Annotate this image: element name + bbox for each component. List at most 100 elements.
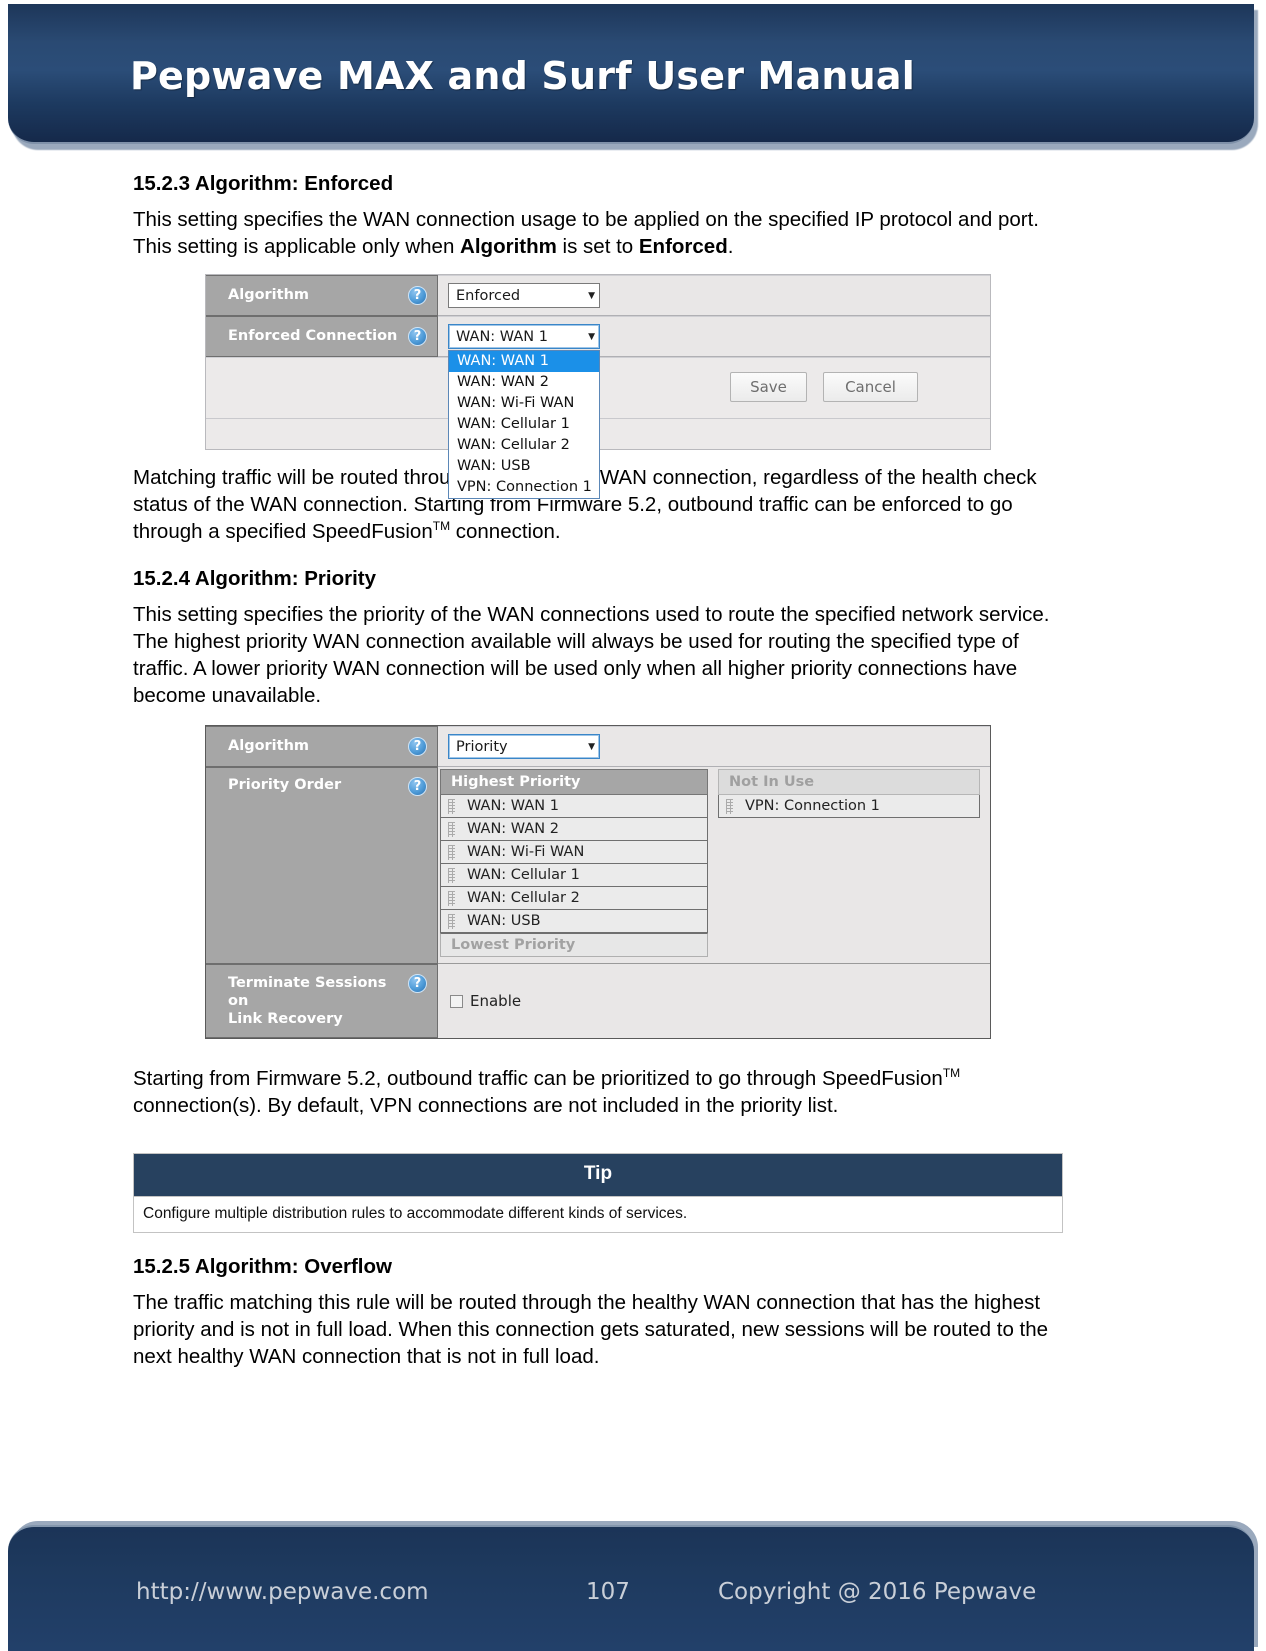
enable-checkbox-label: Enable xyxy=(470,992,522,1010)
label-terminate-sessions: Terminate Sessions on Link Recovery ? xyxy=(206,964,438,1038)
enforced-connection-select-value: WAN: WAN 1 xyxy=(456,328,548,345)
label-enforced-connection: Enforced Connection ? xyxy=(206,316,438,357)
cancel-button[interactable]: Cancel xyxy=(823,372,918,402)
paragraph-priority-intro: This setting specifies the priority of t… xyxy=(133,603,1050,707)
priority-list-item[interactable]: WAN: Cellular 2 xyxy=(440,887,708,910)
trademark-symbol: TM xyxy=(942,1066,961,1081)
priority-list-item-label: WAN: WAN 2 xyxy=(467,821,559,837)
enforced-connection-dropdown[interactable]: WAN: WAN 1 WAN: WAN 2 WAN: Wi-Fi WAN WAN: C… xyxy=(448,350,600,499)
not-in-use-list-item-label: VPN: Connection 1 xyxy=(745,798,880,814)
priority-list-item[interactable]: WAN: Wi-Fi WAN xyxy=(440,841,708,864)
row-priority-order: Priority Order ? Highest Priority WAN: W… xyxy=(206,767,990,964)
page-content: 15.2.3 Algorithm: Enforced This setting … xyxy=(0,150,1266,1370)
drag-handle-icon[interactable] xyxy=(448,845,455,860)
drag-handle-icon[interactable] xyxy=(448,822,455,837)
drag-handle-icon[interactable] xyxy=(448,914,455,929)
label-terminate-sessions-text: Terminate Sessions on Link Recovery xyxy=(228,974,408,1028)
label-algorithm: Algorithm ? xyxy=(206,726,438,767)
paragraph-overflow: The traffic matching this rule will be r… xyxy=(133,1291,1049,1368)
label-enforced-connection-text: Enforced Connection xyxy=(228,328,398,344)
algorithm-select-value: Priority xyxy=(456,738,508,755)
priority-list-item[interactable]: WAN: WAN 1 xyxy=(440,795,708,818)
para-enforced-c: . xyxy=(727,235,734,258)
dropdown-option[interactable]: WAN: WAN 1 xyxy=(449,351,599,372)
priority-list-item[interactable]: WAN: Cellular 1 xyxy=(440,864,708,887)
page-header: Pepwave MAX and Surf User Manual xyxy=(8,4,1258,150)
save-button[interactable]: Save xyxy=(730,372,807,402)
help-icon[interactable]: ? xyxy=(408,737,427,756)
header-banner: Pepwave MAX and Surf User Manual xyxy=(8,4,1254,144)
dropdown-option[interactable]: WAN: WAN 2 xyxy=(449,372,599,393)
in-use-column: Highest Priority WAN: WAN 1 WAN: WAN 2 WAN… xyxy=(438,767,710,963)
tip-title: Tip xyxy=(134,1154,1062,1196)
page-footer: http://www.pepwave.com 107 Copyright @ 2… xyxy=(8,1521,1258,1651)
row-terminate-sessions: Terminate Sessions on Link Recovery ? En… xyxy=(206,964,990,1038)
trademark-symbol: TM xyxy=(432,519,451,534)
field-enforced-connection: WAN: WAN 1 ▼ WAN: WAN 1 WAN: WAN 2 WAN: Wi… xyxy=(438,316,990,499)
not-in-use-list-item[interactable]: VPN: Connection 1 xyxy=(718,795,980,818)
heading-15-2-3: 15.2.3 Algorithm: Enforced xyxy=(133,172,394,195)
para-enforced-bold-algorithm: Algorithm xyxy=(460,235,557,258)
drag-handle-icon[interactable] xyxy=(726,799,733,814)
field-algorithm-priority: Priority ▼ xyxy=(438,726,990,767)
algorithm-select-value: Enforced xyxy=(456,287,521,304)
dropdown-option[interactable]: WAN: Wi-Fi WAN xyxy=(449,393,599,414)
field-algorithm: Enforced ▼ xyxy=(438,275,990,316)
algorithm-select[interactable]: Enforced ▼ xyxy=(448,283,600,308)
label-priority-order-text: Priority Order xyxy=(228,777,342,793)
priority-list-item-label: WAN: WAN 1 xyxy=(467,798,559,814)
help-icon[interactable]: ? xyxy=(408,286,427,305)
algorithm-select[interactable]: Priority ▼ xyxy=(448,734,600,759)
not-in-use-column: Not In Use VPN: Connection 1 xyxy=(710,767,982,963)
para-priority-after-2: connection(s). By default, VPN connectio… xyxy=(133,1094,839,1117)
dropdown-option[interactable]: WAN: Cellular 2 xyxy=(449,435,599,456)
heading-15-2-5: 15.2.5 Algorithm: Overflow xyxy=(133,1255,392,1278)
enable-checkbox[interactable] xyxy=(450,994,463,1008)
priority-list-item-label: WAN: Cellular 1 xyxy=(467,867,580,883)
footer-banner: http://www.pepwave.com 107 Copyright @ 2… xyxy=(8,1525,1254,1651)
tip-box: Tip Configure multiple distribution rule… xyxy=(133,1153,1063,1233)
not-in-use-list[interactable]: VPN: Connection 1 xyxy=(718,795,980,818)
footer-page-number: 107 xyxy=(586,1579,630,1605)
drag-handle-icon[interactable] xyxy=(448,891,455,906)
priority-list-item[interactable]: WAN: WAN 2 xyxy=(440,818,708,841)
row-algorithm-priority: Algorithm ? Priority ▼ xyxy=(206,726,990,767)
lowest-priority-footer: Lowest Priority xyxy=(440,933,708,957)
help-icon[interactable]: ? xyxy=(408,777,427,796)
terminate-line-1: Terminate Sessions on xyxy=(228,975,387,1009)
drag-handle-icon[interactable] xyxy=(448,868,455,883)
enforced-connection-select[interactable]: WAN: WAN 1 ▼ xyxy=(448,324,600,349)
footer-url[interactable]: http://www.pepwave.com xyxy=(136,1579,429,1605)
label-algorithm: Algorithm ? xyxy=(206,275,438,316)
heading-15-2-4: 15.2.4 Algorithm: Priority xyxy=(133,567,377,590)
label-algorithm-text: Algorithm xyxy=(228,738,310,754)
priority-order-panels: Highest Priority WAN: WAN 1 WAN: WAN 2 WAN… xyxy=(438,767,990,964)
paragraph-priority-after: Starting from Firmware 5.2, outbound tra… xyxy=(133,1065,1063,1119)
help-icon[interactable]: ? xyxy=(408,327,427,346)
tip-body: Configure multiple distribution rules to… xyxy=(134,1196,1062,1232)
row-algorithm: Algorithm ? Enforced ▼ xyxy=(206,275,990,316)
label-algorithm-text: Algorithm xyxy=(228,287,310,303)
dropdown-option[interactable]: WAN: USB xyxy=(449,456,599,477)
document-title: Pepwave MAX and Surf User Manual xyxy=(130,54,915,98)
para-priority-after-1: Starting from Firmware 5.2, outbound tra… xyxy=(133,1067,943,1090)
highest-priority-header: Highest Priority xyxy=(440,769,708,795)
paragraph-enforced-intro: This setting specifies the WAN connectio… xyxy=(133,206,1063,260)
in-use-list[interactable]: WAN: WAN 1 WAN: WAN 2 WAN: Wi-Fi WAN WAN: C… xyxy=(440,795,708,933)
not-in-use-header: Not In Use xyxy=(718,769,980,795)
label-priority-order: Priority Order ? xyxy=(206,767,438,964)
para-enforced-b: is set to xyxy=(556,235,639,258)
dropdown-option[interactable]: VPN: Connection 1 xyxy=(449,477,599,498)
row-enforced-connection: Enforced Connection ? WAN: WAN 1 ▼ WAN: … xyxy=(206,316,990,499)
help-icon[interactable]: ? xyxy=(408,974,427,993)
priority-list-item-label: WAN: Cellular 2 xyxy=(467,890,580,906)
dropdown-option[interactable]: WAN: Cellular 1 xyxy=(449,414,599,435)
chevron-down-icon: ▼ xyxy=(588,741,595,752)
chevron-down-icon: ▼ xyxy=(588,290,595,301)
priority-list-item-label: WAN: USB xyxy=(467,913,541,929)
para-enforced-bold-enforced: Enforced xyxy=(638,235,728,258)
priority-list-item-label: WAN: Wi-Fi WAN xyxy=(467,844,585,860)
drag-handle-icon[interactable] xyxy=(448,799,455,814)
terminate-line-2: Link Recovery xyxy=(228,1011,343,1027)
priority-list-item[interactable]: WAN: USB xyxy=(440,910,708,933)
